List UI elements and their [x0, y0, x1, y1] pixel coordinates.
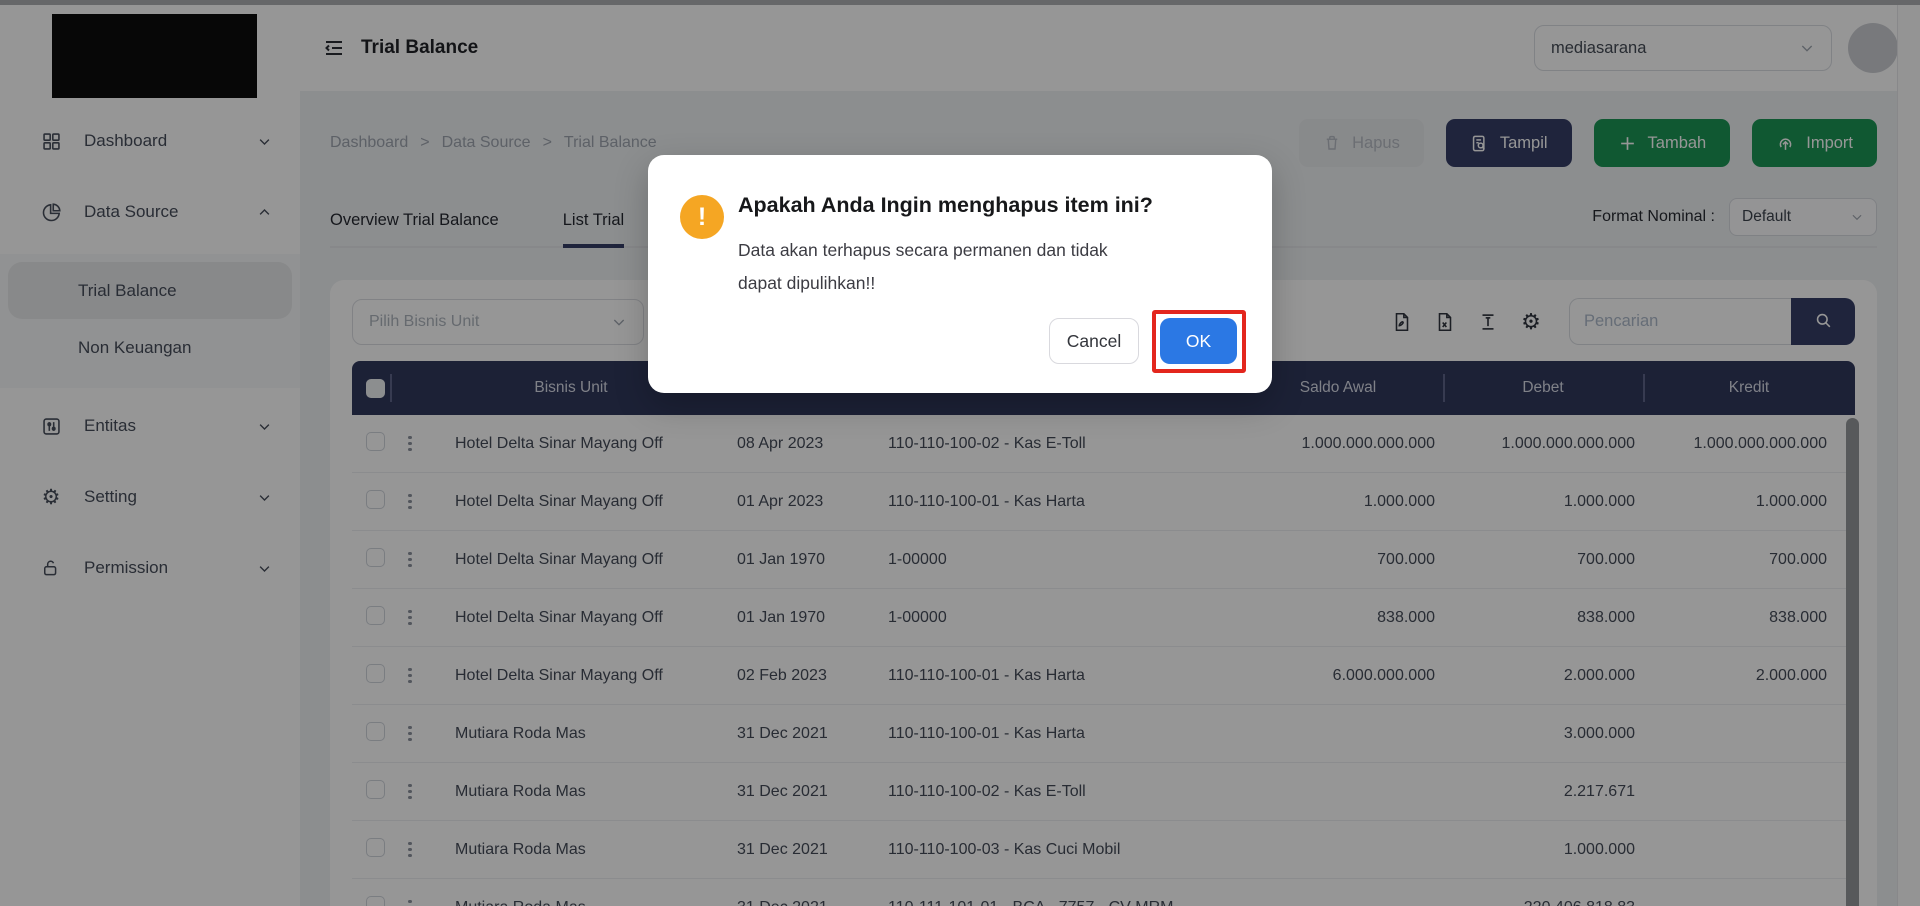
modal-overlay	[0, 0, 1920, 906]
delete-confirm-dialog: ! Apakah Anda Ingin menghapus item ini? …	[648, 155, 1272, 393]
dialog-title: Apakah Anda Ingin menghapus item ini?	[738, 193, 1153, 218]
dialog-body-line: dapat dipulihkan!!	[738, 273, 875, 294]
dialog-body-line: Data akan terhapus secara permanen dan t…	[738, 240, 1108, 261]
warning-exclamation-icon: !	[680, 195, 724, 239]
cancel-button[interactable]: Cancel	[1049, 318, 1139, 364]
ok-button[interactable]: OK	[1160, 318, 1237, 364]
